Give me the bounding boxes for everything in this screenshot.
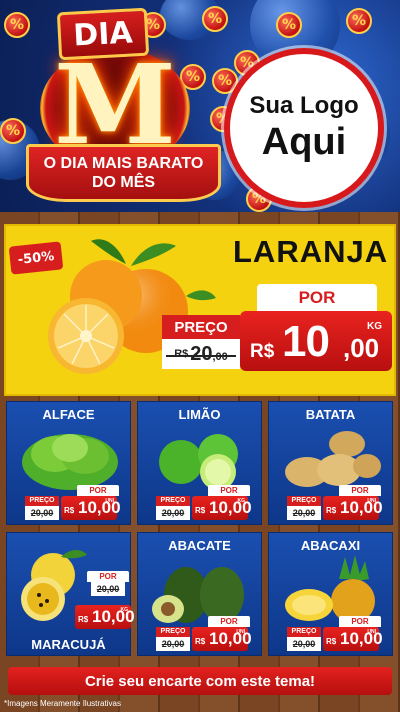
por-label: POR [257, 284, 377, 312]
potato-image [285, 431, 381, 487]
dia-label: DIA [72, 14, 134, 54]
product-card-batata: BATATA POR PREÇO 20,00 R$ 10,00 UNI [268, 401, 393, 525]
price-currency: R$ [326, 637, 337, 646]
product-price: R$ 10,00 UNI [323, 496, 383, 520]
preco-label: PREÇO [25, 496, 59, 506]
product-name: MARACUJÁ [31, 637, 106, 652]
por-label: POR [208, 616, 250, 627]
header-banner: % % % % % % % % % % % M DIA O DIA MAIS B… [0, 0, 400, 222]
old-price: 20,00 [25, 506, 59, 520]
price-cents: ,00 [343, 333, 380, 363]
product-price: R$ 10,00 KG [192, 496, 252, 520]
price-unit: UNI [367, 498, 376, 504]
dia-tag: DIA [56, 7, 150, 61]
leaf [186, 290, 216, 301]
por-label: POR [339, 485, 381, 496]
price-value: 10,00 [340, 498, 383, 517]
product-card-abacate: ABACATE POR PREÇO 20,00 R$ 10,00 UNI [137, 532, 262, 656]
old-price: R$ 20 ,00 [162, 339, 240, 369]
avocado-image [152, 567, 244, 623]
tagline-ribbon: O DIA MAIS BARATO DO MÊS [26, 144, 221, 202]
price-currency: R$ [250, 341, 275, 362]
product-card-maracuja: POR 20,00 R$ 10,00 KG MARACUJÁ [6, 532, 135, 656]
old-price-int: 20 [190, 342, 213, 365]
featured-product-name: LARANJA [233, 234, 389, 269]
price-currency: R$ [326, 506, 337, 515]
old-price: 20,00 [91, 582, 125, 596]
tagline-line1: O DIA MAIS BARATO [43, 155, 204, 172]
logo-line1: Sua Logo [249, 92, 359, 119]
tagline-line2: DO MÊS [91, 174, 156, 191]
old-price: 20,00 [287, 637, 321, 651]
price-currency: R$ [78, 615, 89, 624]
logo-placeholder: Sua Logo Aqui [224, 48, 384, 208]
leaf [131, 243, 176, 266]
price-currency: R$ [64, 506, 75, 515]
disclaimer-text: *Imagens Meramente Ilustrativas [4, 699, 121, 708]
preco-label: PREÇO [156, 496, 190, 506]
old-price: 20,00 [156, 506, 190, 520]
preco-label: PREÇO [162, 315, 240, 339]
product-name: ABACATE [168, 538, 231, 553]
product-name: BATATA [305, 407, 356, 422]
cta-banner[interactable]: Crie seu encarte com este tema! [8, 667, 392, 695]
price-currency: R$ [195, 506, 206, 515]
pineapple-image [285, 555, 375, 623]
logo-line2: Aqui [261, 121, 347, 163]
dia-m-emblem: M DIA O DIA MAIS BARATO DO MÊS [8, 4, 223, 214]
product-name: ABACAXI [300, 538, 361, 553]
product-price: R$ 10,00 UNI [323, 627, 383, 651]
por-label: POR [208, 485, 250, 496]
price-value: 10,00 [78, 498, 121, 517]
product-name: LIMÃO [178, 407, 221, 422]
preco-label: PREÇO [287, 627, 321, 637]
percent-coin-icon: % [276, 12, 302, 38]
discount-badge: -50% [8, 241, 64, 275]
price-unit: UNI [105, 498, 114, 504]
preco-label: PREÇO [156, 627, 190, 637]
lime-image [159, 434, 238, 490]
por-label: POR [87, 571, 129, 582]
product-card-alface: ALFACE POR PREÇO 20,00 R$ 10,00 UNI [6, 401, 131, 525]
product-name: ALFACE [42, 407, 95, 422]
price-value: 10,00 [92, 607, 135, 626]
price-value: 10,00 [209, 498, 252, 517]
product-price: R$ 10,00 UNI [192, 627, 252, 651]
price-unit: KG [237, 498, 246, 504]
por-label: POR [339, 616, 381, 627]
old-price-cents: ,00 [212, 351, 228, 363]
price-unit: UNI [236, 629, 245, 635]
product-price: R$ 10,00 UNI [61, 496, 121, 520]
product-price: R$ 10,00 KG [75, 605, 135, 629]
price-unit: KG [367, 321, 382, 332]
old-price-currency: R$ [174, 348, 189, 360]
price-unit: UNI [367, 629, 376, 635]
lettuce-image [22, 434, 118, 490]
product-card-abacaxi: ABACAXI POR PREÇO 20,00 R$ 10,00 UNI [268, 532, 393, 656]
old-price: 20,00 [156, 637, 190, 651]
price-unit: KG [120, 607, 129, 613]
price-value: 10,00 [340, 629, 383, 648]
percent-coin-icon: % [346, 8, 372, 34]
price-currency: R$ [195, 637, 206, 646]
price-value: 10,00 [209, 629, 252, 648]
featured-price: R$ 10 ,00 KG [240, 311, 392, 371]
old-price: 20,00 [287, 506, 321, 520]
product-card-limao: LIMÃO POR PREÇO 20,00 R$ 10,00 KG [137, 401, 262, 525]
preco-label: PREÇO [287, 496, 321, 506]
price-int: 10 [282, 317, 330, 366]
por-label: POR [77, 485, 119, 496]
